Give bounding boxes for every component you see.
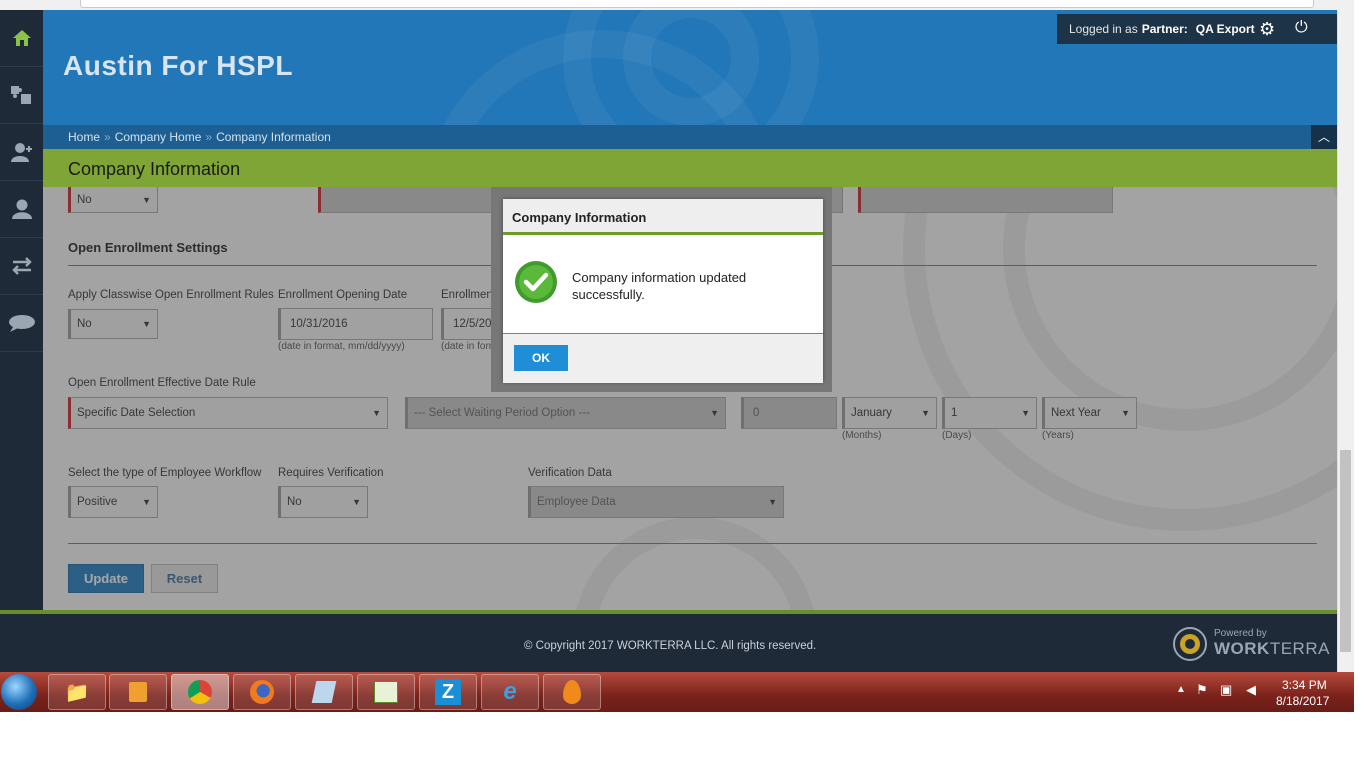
taskbar-internet-explorer[interactable]: e [481,674,539,710]
success-check-icon [515,261,557,303]
copyright-text: © Copyright 2017 WORKTERRA LLC. All righ… [524,640,817,652]
page-scrollbar[interactable] [1337,10,1354,672]
volume-icon[interactable]: ◀ [1246,682,1256,698]
chevron-up-icon: ︿ [1317,130,1330,144]
user-icon [11,199,32,219]
messages-nav-item[interactable] [0,295,43,352]
powered-by-label: Powered by [1214,628,1267,639]
add-user-icon [10,143,32,162]
taskbar-media-player[interactable] [109,674,167,710]
breadcrumb-company-info: Company Information [216,130,331,144]
firefox-icon [250,680,274,704]
home-icon [12,30,31,46]
taskbar-notepad[interactable] [295,674,353,710]
transfer-arrows-icon [11,257,32,275]
page-title: Company Information [68,159,241,179]
scrollbar-thumb[interactable] [1340,450,1351,652]
taskbar-firefox[interactable] [233,674,291,710]
network-icon[interactable]: ▣ [1220,682,1232,698]
power-icon[interactable]: ⏻ [1295,19,1308,37]
taskbar-fire-app[interactable] [543,674,601,710]
breadcrumb-separator: » [205,130,213,144]
brand-name: WORKTERRA [1214,639,1330,658]
success-dialog: Company Information Company information … [503,199,823,383]
transfer-nav-item[interactable] [0,238,43,295]
internet-explorer-icon: e [503,678,517,705]
empty-area [0,712,1366,768]
settings-gear-icon[interactable]: ⚙ [1259,19,1275,40]
screen-edge [1354,0,1366,712]
user-nav-item[interactable] [0,181,43,238]
taskbar-spreadsheet[interactable] [357,674,415,710]
user-name: QA Export [1195,22,1255,36]
dialog-title: Company Information [512,210,647,225]
home-nav-item[interactable] [0,10,43,67]
left-sidebar [0,10,43,610]
breadcrumb-home[interactable]: Home [68,130,100,144]
notepad-icon [311,681,337,703]
breadcrumb-separator: » [104,130,111,144]
dialog-message: Company information updated successfully… [572,270,747,302]
company-title: Austin For HSPL [63,50,293,81]
ok-button[interactable]: OK [514,345,568,371]
app-header: Austin For HSPL Logged in as Partner: QA… [43,10,1337,125]
page-footer: © Copyright 2017 WORKTERRA LLC. All righ… [0,614,1337,672]
address-bar[interactable] [80,0,1314,8]
collapse-header-button[interactable]: ︿ [1311,125,1337,149]
breadcrumb: Home» Company Home» Company Information ︿ [43,125,1337,149]
user-bar: Logged in as Partner: QA Export ⚙ ⏻ [1057,14,1337,44]
taskbar-chrome[interactable] [171,674,229,710]
puzzle-icon [10,86,31,104]
show-hidden-icons-icon[interactable]: ▲ [1176,684,1186,695]
flame-icon [563,680,581,704]
z-app-icon: Z [435,679,461,705]
windows-taskbar: 📁 Z e ▲ ⚑ ▣ ◀ 3:34 PM 8/18/2017 [0,672,1354,712]
clock-date[interactable]: 8/18/2017 [1276,694,1329,708]
dialog-header: Company Information [503,199,823,235]
add-user-nav-item[interactable] [0,124,43,181]
start-button[interactable] [1,674,37,710]
browser-toolbar [0,0,1354,10]
taskbar-file-explorer[interactable]: 📁 [48,674,106,710]
plans-nav-item[interactable] [0,67,43,124]
system-tray: ▲ ⚑ ▣ ◀ 3:34 PM 8/18/2017 [1172,672,1354,712]
clock-time[interactable]: 3:34 PM [1282,678,1327,692]
page-title-bar: Company Information [43,149,1337,187]
spreadsheet-icon [374,681,398,703]
media-player-icon [129,682,147,702]
folder-icon: 📁 [64,681,90,704]
action-center-icon[interactable]: ⚑ [1196,682,1208,698]
user-role: Partner: [1141,22,1188,36]
breadcrumb-company-home[interactable]: Company Home [115,130,202,144]
chat-bubble-icon [8,315,35,332]
dialog-footer: OK [503,333,823,383]
workterra-logo-icon [1173,627,1207,661]
taskbar-z-app[interactable]: Z [419,674,477,710]
chrome-icon [188,680,212,704]
logged-in-label: Logged in as [1069,22,1138,36]
powered-by-logo: Powered by WORKTERRA [1172,626,1332,662]
